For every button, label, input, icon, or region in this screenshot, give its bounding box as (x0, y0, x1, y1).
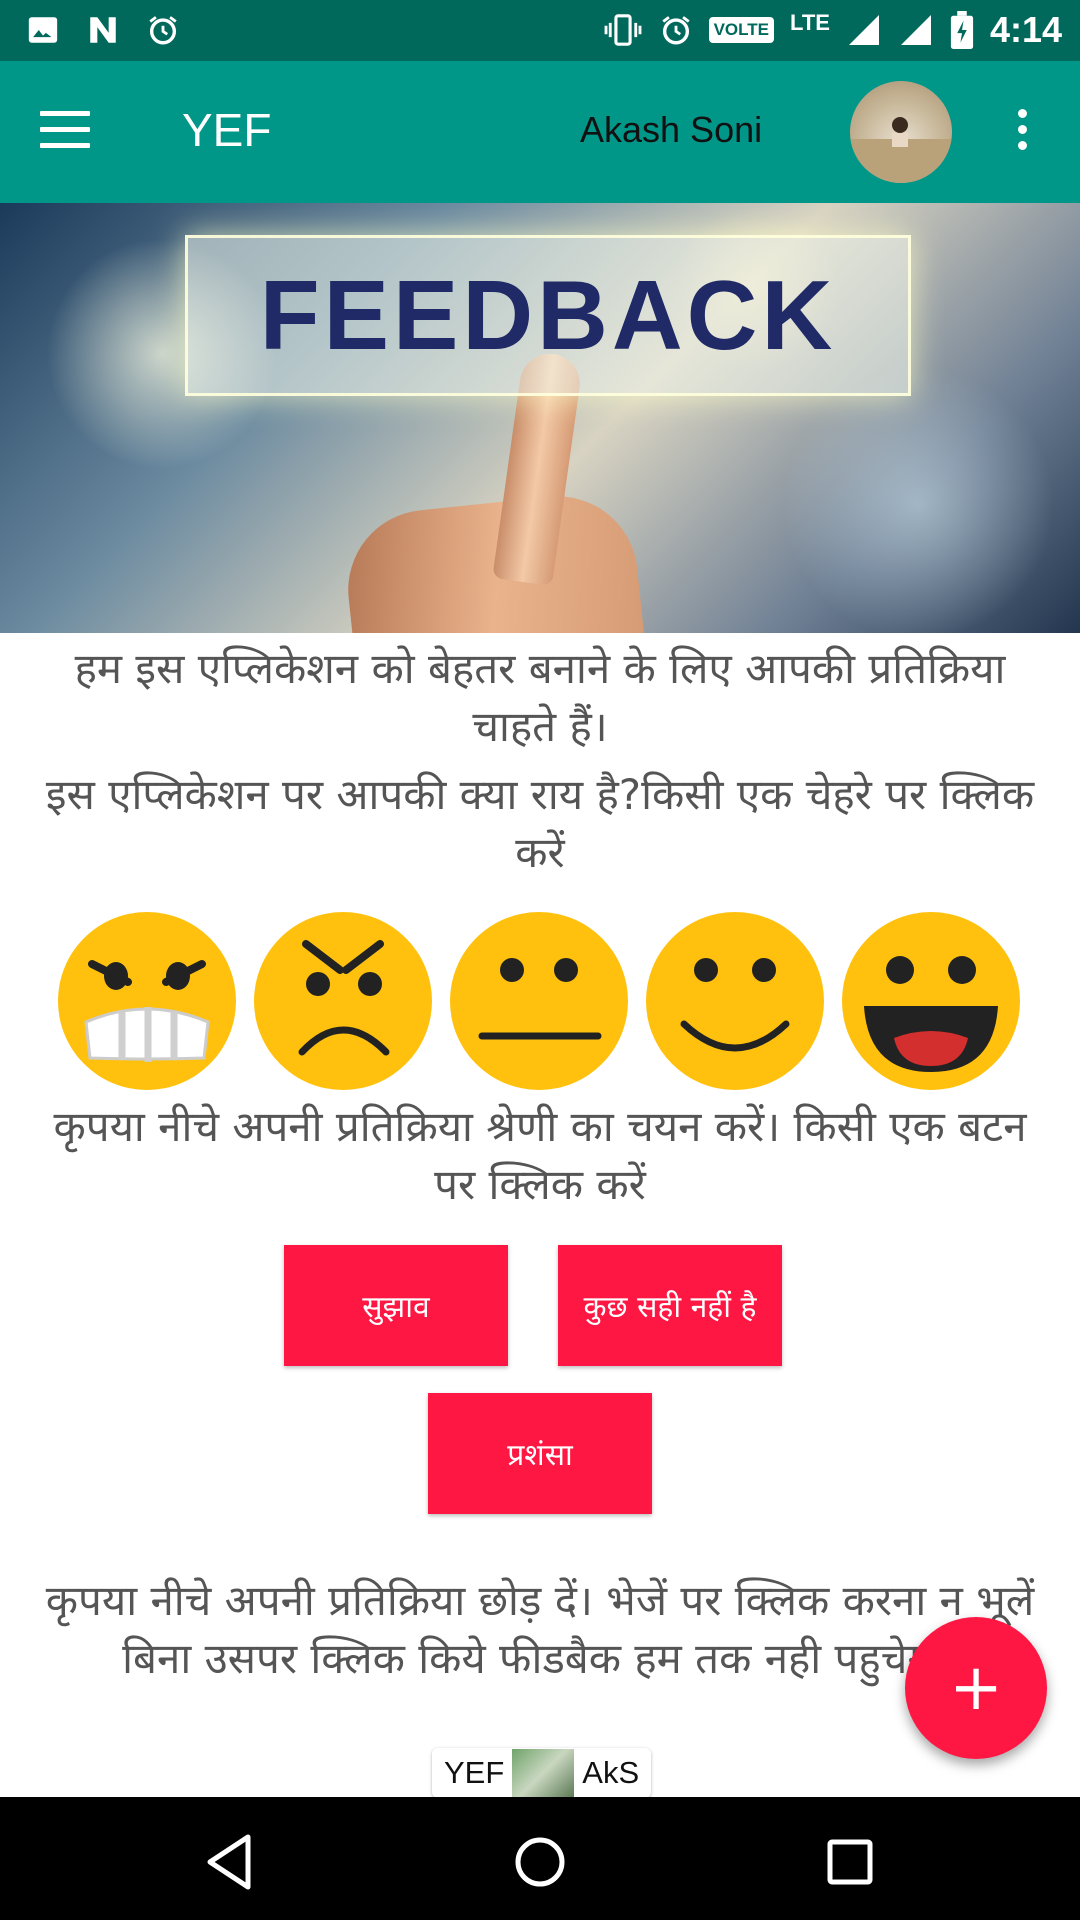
avatar[interactable] (850, 81, 952, 183)
toast-chip: YEF AkS (432, 1748, 652, 1798)
intro-text: हम इस एप्लिकेशन को बेहतर बनाने के लिए आप… (74, 644, 1006, 751)
add-feedback-fab[interactable]: + (905, 1617, 1047, 1759)
grinning-face-icon[interactable] (842, 912, 1020, 1090)
toast-app-name: YEF (444, 1755, 505, 1790)
back-icon[interactable] (196, 1827, 266, 1897)
clock: 4:14 (989, 9, 1062, 50)
battery-charging-icon (950, 11, 974, 49)
alarm-icon (149, 16, 177, 45)
home-icon[interactable] (505, 1827, 575, 1897)
something-wrong-button[interactable]: कुछ सही नहीं है (558, 1245, 782, 1366)
leave-feedback-text: कृपया नीचे अपनी प्रतिक्रिया छोड़ दें। भे… (45, 1576, 1035, 1683)
navigation-bar (0, 1797, 1080, 1920)
recent-apps-icon[interactable] (815, 1827, 885, 1897)
image-icon (28, 17, 58, 43)
app-bar: YEF Akash Soni (0, 61, 1080, 203)
question-text: इस एप्लिकेशन पर आपकी क्या राय है?किसी एक… (45, 770, 1035, 877)
user-photo (850, 117, 952, 183)
vibrate-icon (604, 14, 642, 46)
frowning-face-icon[interactable] (254, 912, 432, 1090)
feedback-banner: FEEDBACK (0, 203, 1080, 633)
plus-icon: + (949, 1651, 1003, 1725)
user-name: Akash Soni (580, 109, 763, 150)
neutral-face-icon[interactable] (450, 912, 628, 1090)
volte-badge: VOLTE (708, 17, 775, 43)
more-options-icon[interactable] (1012, 109, 1032, 157)
smiling-face-icon[interactable] (646, 912, 824, 1090)
status-bar: VOLTE LTE 4:14 (0, 0, 1080, 61)
category-text: कृपया नीचे अपनी प्रतिक्रिया श्रेणी का चय… (53, 1102, 1027, 1209)
app-title: YEF (182, 104, 272, 156)
n-icon (90, 17, 116, 43)
suggestion-button[interactable]: सुझाव (284, 1245, 508, 1366)
signal-icon (900, 15, 931, 45)
banner-text: FEEDBACK (259, 260, 837, 370)
menu-icon[interactable] (40, 111, 100, 153)
angry-face-icon[interactable] (58, 912, 236, 1090)
toast-user: AkS (582, 1755, 640, 1790)
praise-button[interactable]: प्रशंसा (428, 1393, 652, 1514)
feedback-sign: FEEDBACK (185, 235, 911, 396)
alarm-icon (661, 16, 690, 45)
toast-photo (512, 1749, 575, 1797)
network-type: LTE (790, 10, 830, 35)
signal-icon (848, 15, 879, 45)
